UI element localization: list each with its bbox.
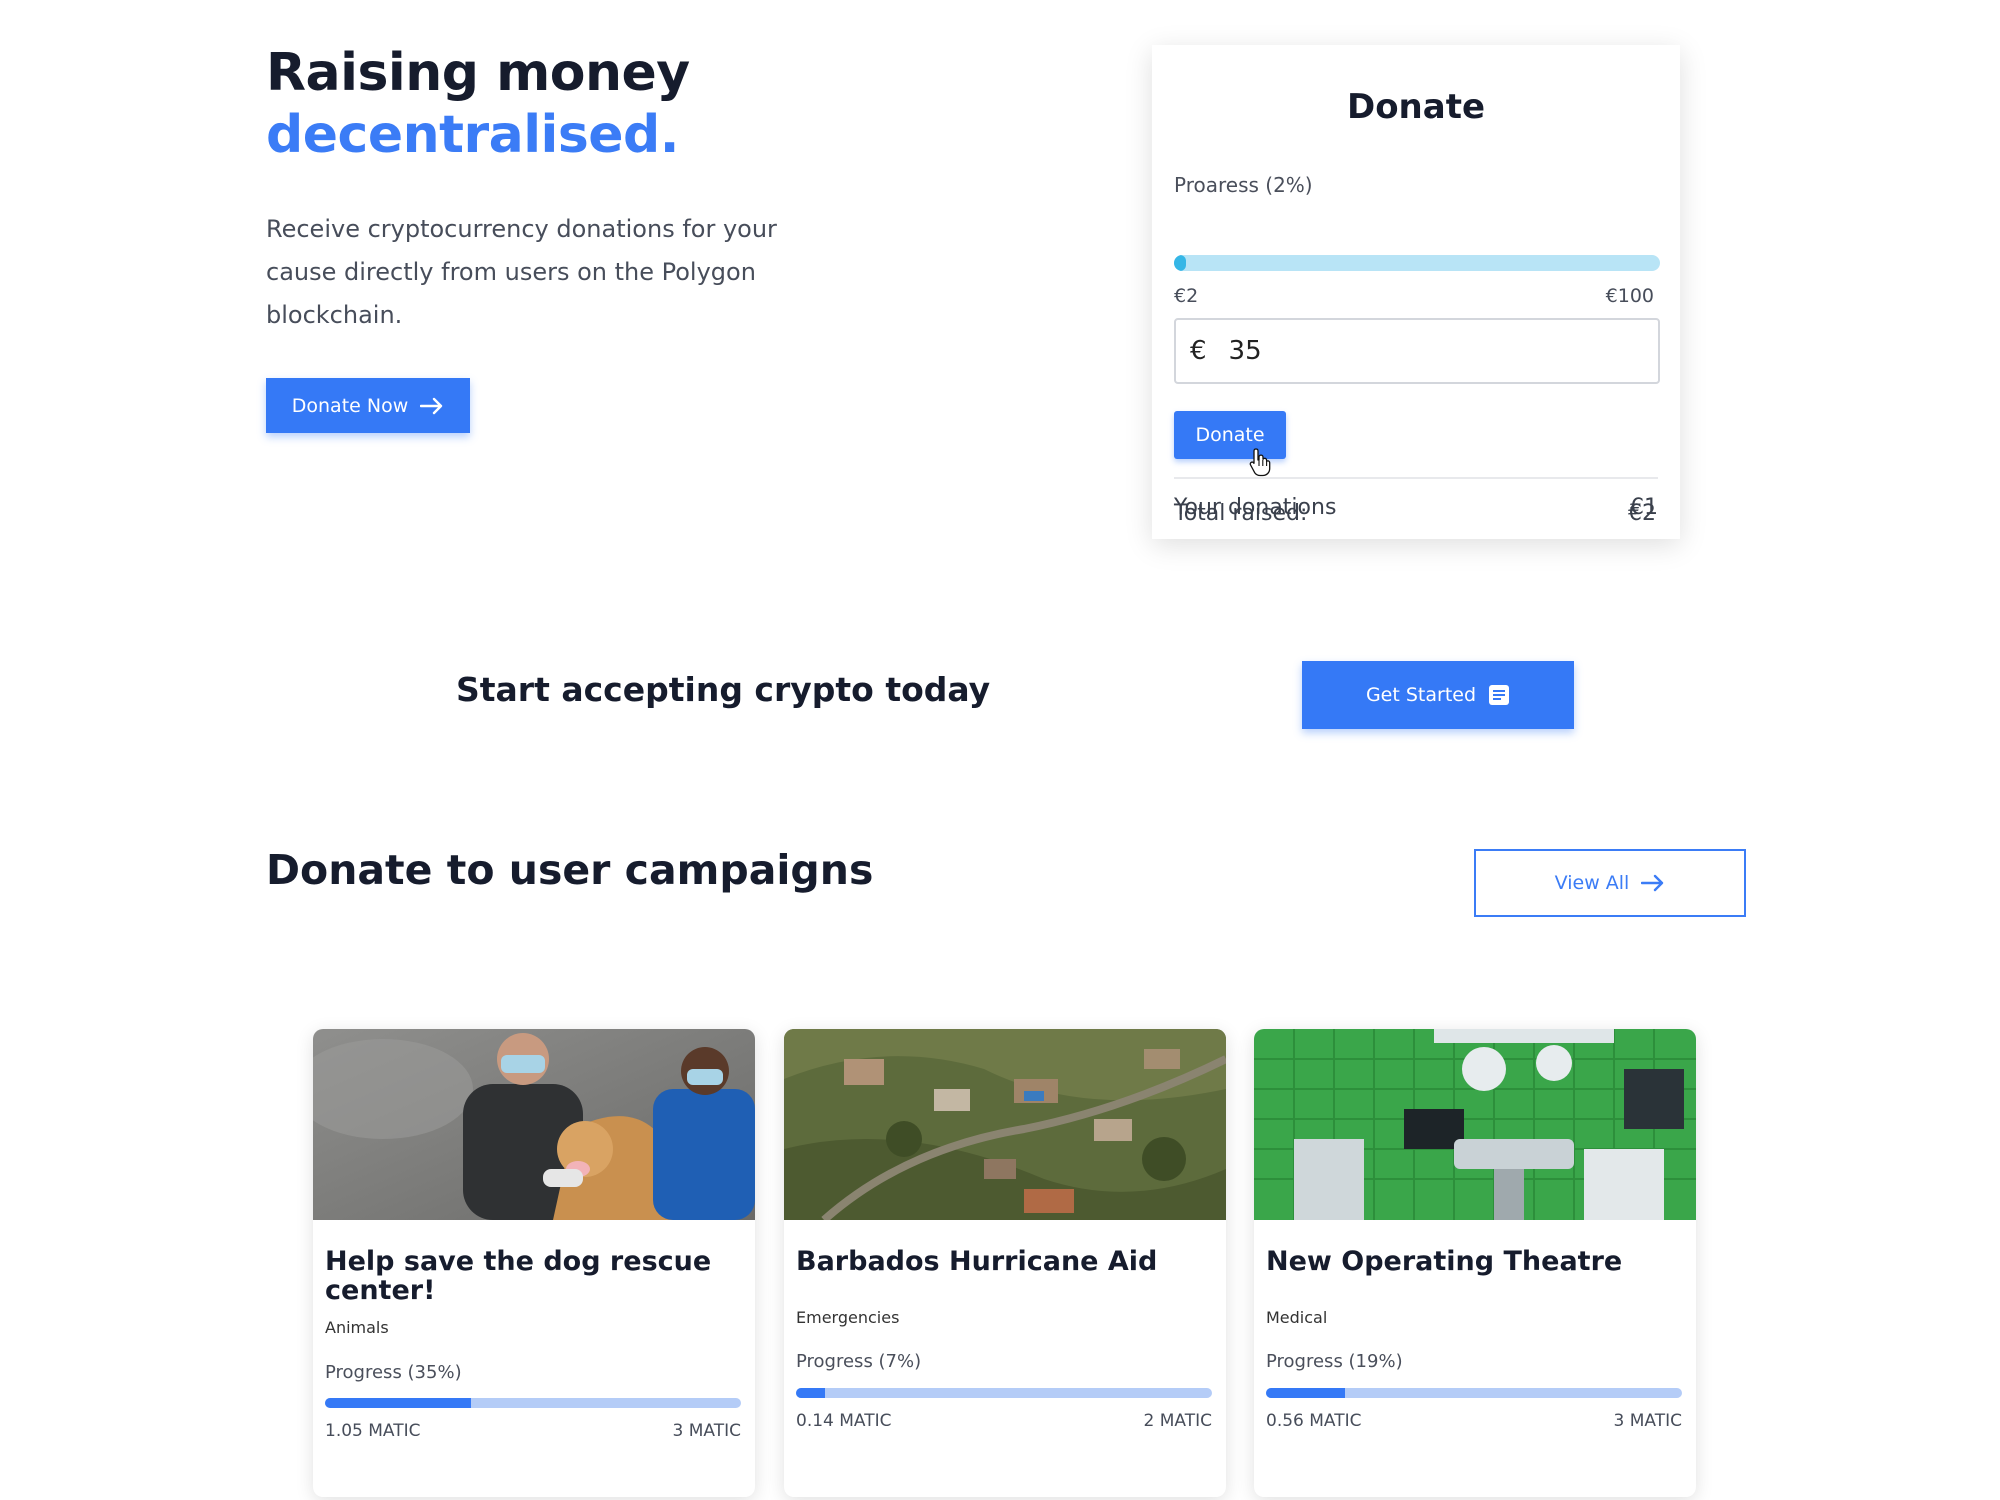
arrow-right-icon [420,397,443,414]
campaign-category: Emergencies [796,1308,900,1327]
donate-min-label: €2 [1174,285,1199,307]
campaign-title: Barbados Hurricane Aid [796,1246,1158,1277]
donate-now-button[interactable]: Donate Now [266,378,470,433]
campaign-title: Help save the dog rescue center! [325,1246,712,1306]
campaign-progress-label: Progress (19%) [1266,1351,1403,1372]
cta-text: Start accepting crypto today [456,670,991,709]
campaign-progress-fill [1266,1388,1346,1398]
campaign-progress-bar [796,1388,1212,1398]
campaign-card-hurricane-aid[interactable]: Barbados Hurricane Aid Emergencies Progr… [784,1029,1226,1497]
campaign-goal: 2 MATIC [1143,1411,1212,1431]
vet-with-dog-photo [313,1029,755,1220]
your-donations-row: Your donations €1 [1174,495,1658,520]
campaign-raised: 0.14 MATIC [796,1411,892,1431]
hero-description: Receive cryptocurrency donations for you… [266,215,777,329]
hurricane-damage-aerial-photo [784,1029,1226,1220]
currency-symbol: € [1190,336,1207,366]
campaigns-section-title: Donate to user campaigns [266,846,874,894]
view-all-label: View All [1554,872,1630,894]
view-all-button[interactable]: View All [1474,849,1746,917]
campaign-card-dog-rescue[interactable]: Help save the dog rescue center! Animals… [313,1029,755,1497]
campaign-progress-label: Progress (35%) [325,1362,462,1383]
donation-amount-field[interactable]: € [1174,318,1660,384]
hero-title-line1: Raising money [266,43,690,103]
donate-progress-fill [1174,255,1187,271]
operating-theatre-photo [1254,1029,1696,1220]
campaign-goal: 3 MATIC [672,1421,741,1441]
campaign-progress-bar [1266,1388,1682,1398]
donation-amount-input[interactable] [1228,336,1609,366]
arrow-right-icon [1641,874,1664,892]
campaign-progress-fill [796,1388,826,1398]
donate-widget-title: Donate [1346,87,1486,127]
campaign-progress-fill [325,1398,471,1408]
donate-widget: Donate Proaress (2%) €2 €100 € Donate To… [1152,45,1680,539]
document-icon [1489,685,1510,705]
donate-divider [1174,477,1658,479]
campaign-card-operating-theatre[interactable]: New Operating Theatre Medical Progress (… [1254,1029,1696,1497]
donate-max-label: €100 [1605,285,1654,307]
campaign-title: New Operating Theatre [1266,1246,1623,1277]
campaign-raised: 1.05 MATIC [325,1421,421,1441]
get-started-button[interactable]: Get Started [1302,661,1574,729]
hero-title: Raising money decentralised. [266,42,690,166]
campaign-goal: 3 MATIC [1613,1411,1682,1431]
hand-pointer-cursor-icon [1249,448,1271,477]
campaign-progress-bar [325,1398,741,1408]
campaign-category: Medical [1266,1308,1328,1327]
your-donations-value: €1 [1630,495,1658,520]
hero-title-accent: decentralised. [266,105,680,165]
donate-progress-label: Proaress (2%) [1174,173,1313,197]
get-started-label: Get Started [1365,684,1477,706]
campaign-progress-label: Progress (7%) [796,1351,922,1372]
your-donations-label: Your donations [1174,495,1337,520]
donate-now-label: Donate Now [291,394,409,417]
donate-progress-bar [1174,255,1660,271]
campaign-category: Animals [325,1318,389,1337]
campaign-raised: 0.56 MATIC [1266,1411,1362,1431]
